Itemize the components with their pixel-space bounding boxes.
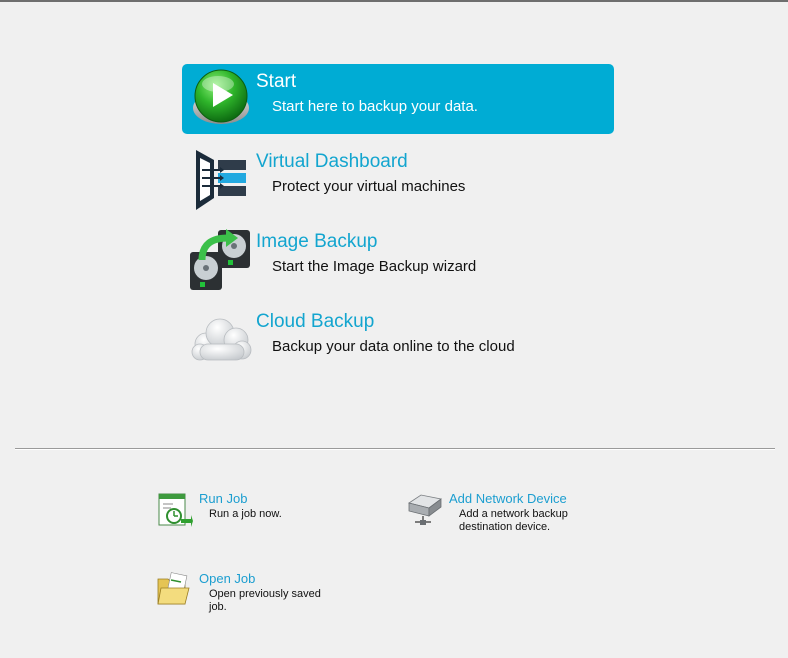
virtual-dashboard-title: Virtual Dashboard: [256, 151, 408, 172]
window-top-border: [0, 0, 788, 2]
add-network-device-title: Add Network Device: [449, 491, 567, 506]
open-job-title: Open Job: [199, 571, 256, 586]
image-backup-item[interactable]: Image Backup Start the Image Backup wiza…: [182, 224, 614, 294]
start-description: Start here to backup your data.: [272, 98, 478, 115]
network-device-icon: [408, 494, 442, 525]
virtual-dashboard-icon: [196, 150, 246, 210]
cloud-backup-title: Cloud Backup: [256, 311, 375, 332]
add-network-device-description: Add a network backup destination device.: [459, 508, 568, 533]
run-job-title: Run Job: [199, 491, 248, 506]
start-item[interactable]: Start Start here to backup your data.: [182, 64, 614, 134]
virtual-dashboard-item[interactable]: Virtual Dashboard Protect your virtual m…: [182, 144, 614, 214]
run-job-icon: [158, 493, 193, 527]
virtual-dashboard-description: Protect your virtual machines: [272, 178, 466, 195]
add-network-device-item[interactable]: Add Network Device Add a network backup …: [407, 491, 607, 539]
image-backup-description: Start the Image Backup wizard: [272, 258, 477, 275]
open-job-description: Open previously saved job.: [209, 588, 321, 613]
run-job-item[interactable]: Run Job Run a job now.: [157, 491, 357, 539]
section-divider-highlight: [15, 449, 775, 450]
folder-open-icon: [157, 572, 190, 605]
cloud-backup-description: Backup your data online to the cloud: [272, 338, 515, 355]
cloud-backup-item[interactable]: Cloud Backup Backup your data online to …: [182, 304, 614, 374]
cloud-icon: [191, 318, 252, 361]
open-job-item[interactable]: Open Job Open previously saved job.: [157, 571, 357, 619]
run-job-description: Run a job now.: [209, 508, 282, 520]
image-backup-title: Image Backup: [256, 231, 378, 252]
start-title: Start: [256, 71, 297, 92]
image-backup-icon: [190, 229, 250, 290]
play-button-icon: [193, 69, 249, 124]
